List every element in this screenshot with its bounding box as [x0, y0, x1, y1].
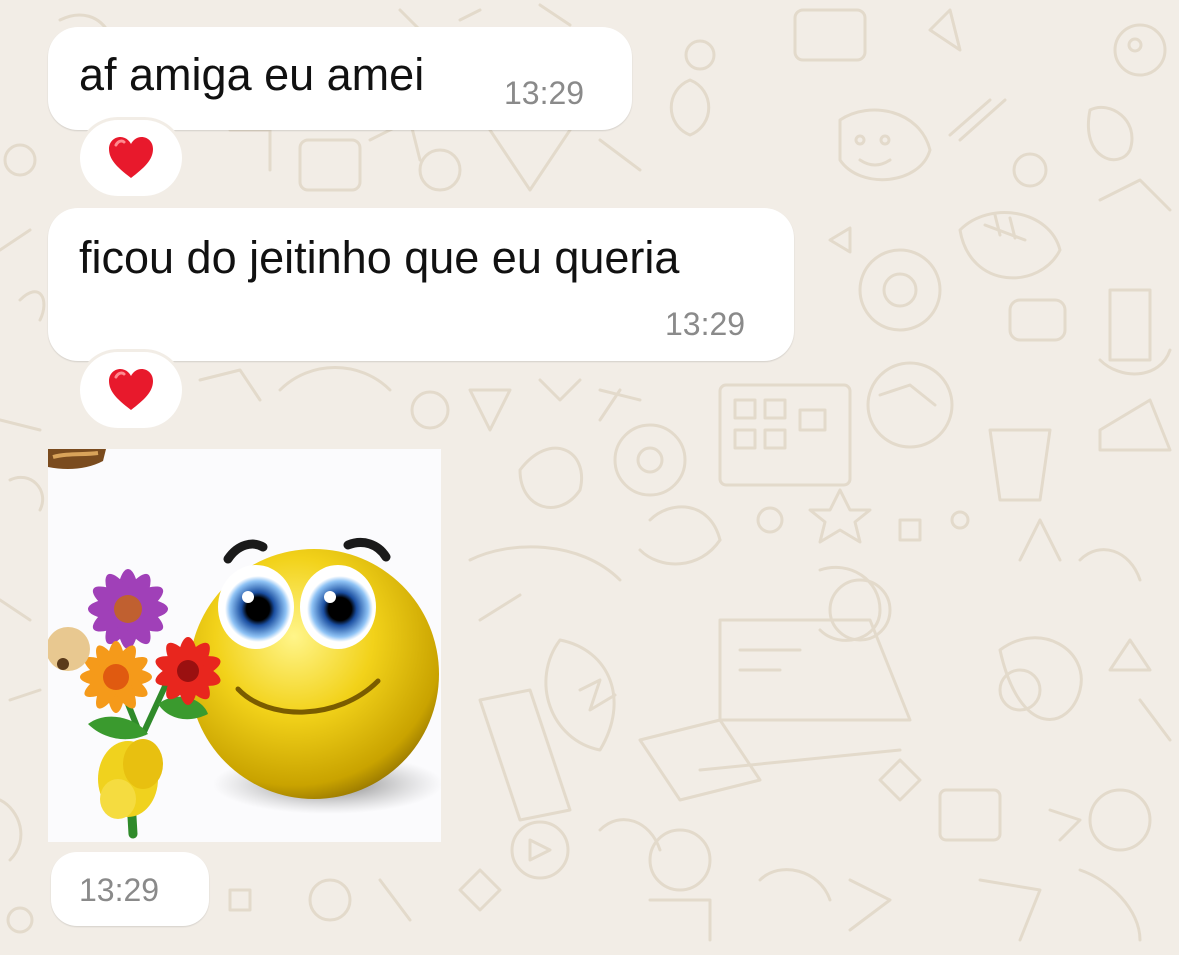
sticker-message[interactable] [48, 449, 441, 842]
red-heart-icon [109, 137, 153, 178]
message-timestamp: 13:29 [665, 306, 746, 342]
message-bubble[interactable]: af amiga eu amei 13:29 [48, 27, 632, 130]
message-reaction[interactable] [80, 120, 182, 196]
message-reaction[interactable] [80, 352, 182, 428]
message-text: af amiga eu amei [79, 49, 425, 100]
message-timestamp: 13:29 [79, 872, 160, 908]
message-timestamp: 13:29 [504, 75, 585, 111]
smiley-with-flowers-sticker [48, 449, 441, 842]
message-text: ficou do jeitinho que eu queria [79, 232, 680, 283]
message-bubble[interactable]: ficou do jeitinho que eu queria 13:29 [48, 208, 794, 361]
sticker-timestamp-pill: 13:29 [51, 852, 209, 926]
red-heart-icon [109, 369, 153, 410]
